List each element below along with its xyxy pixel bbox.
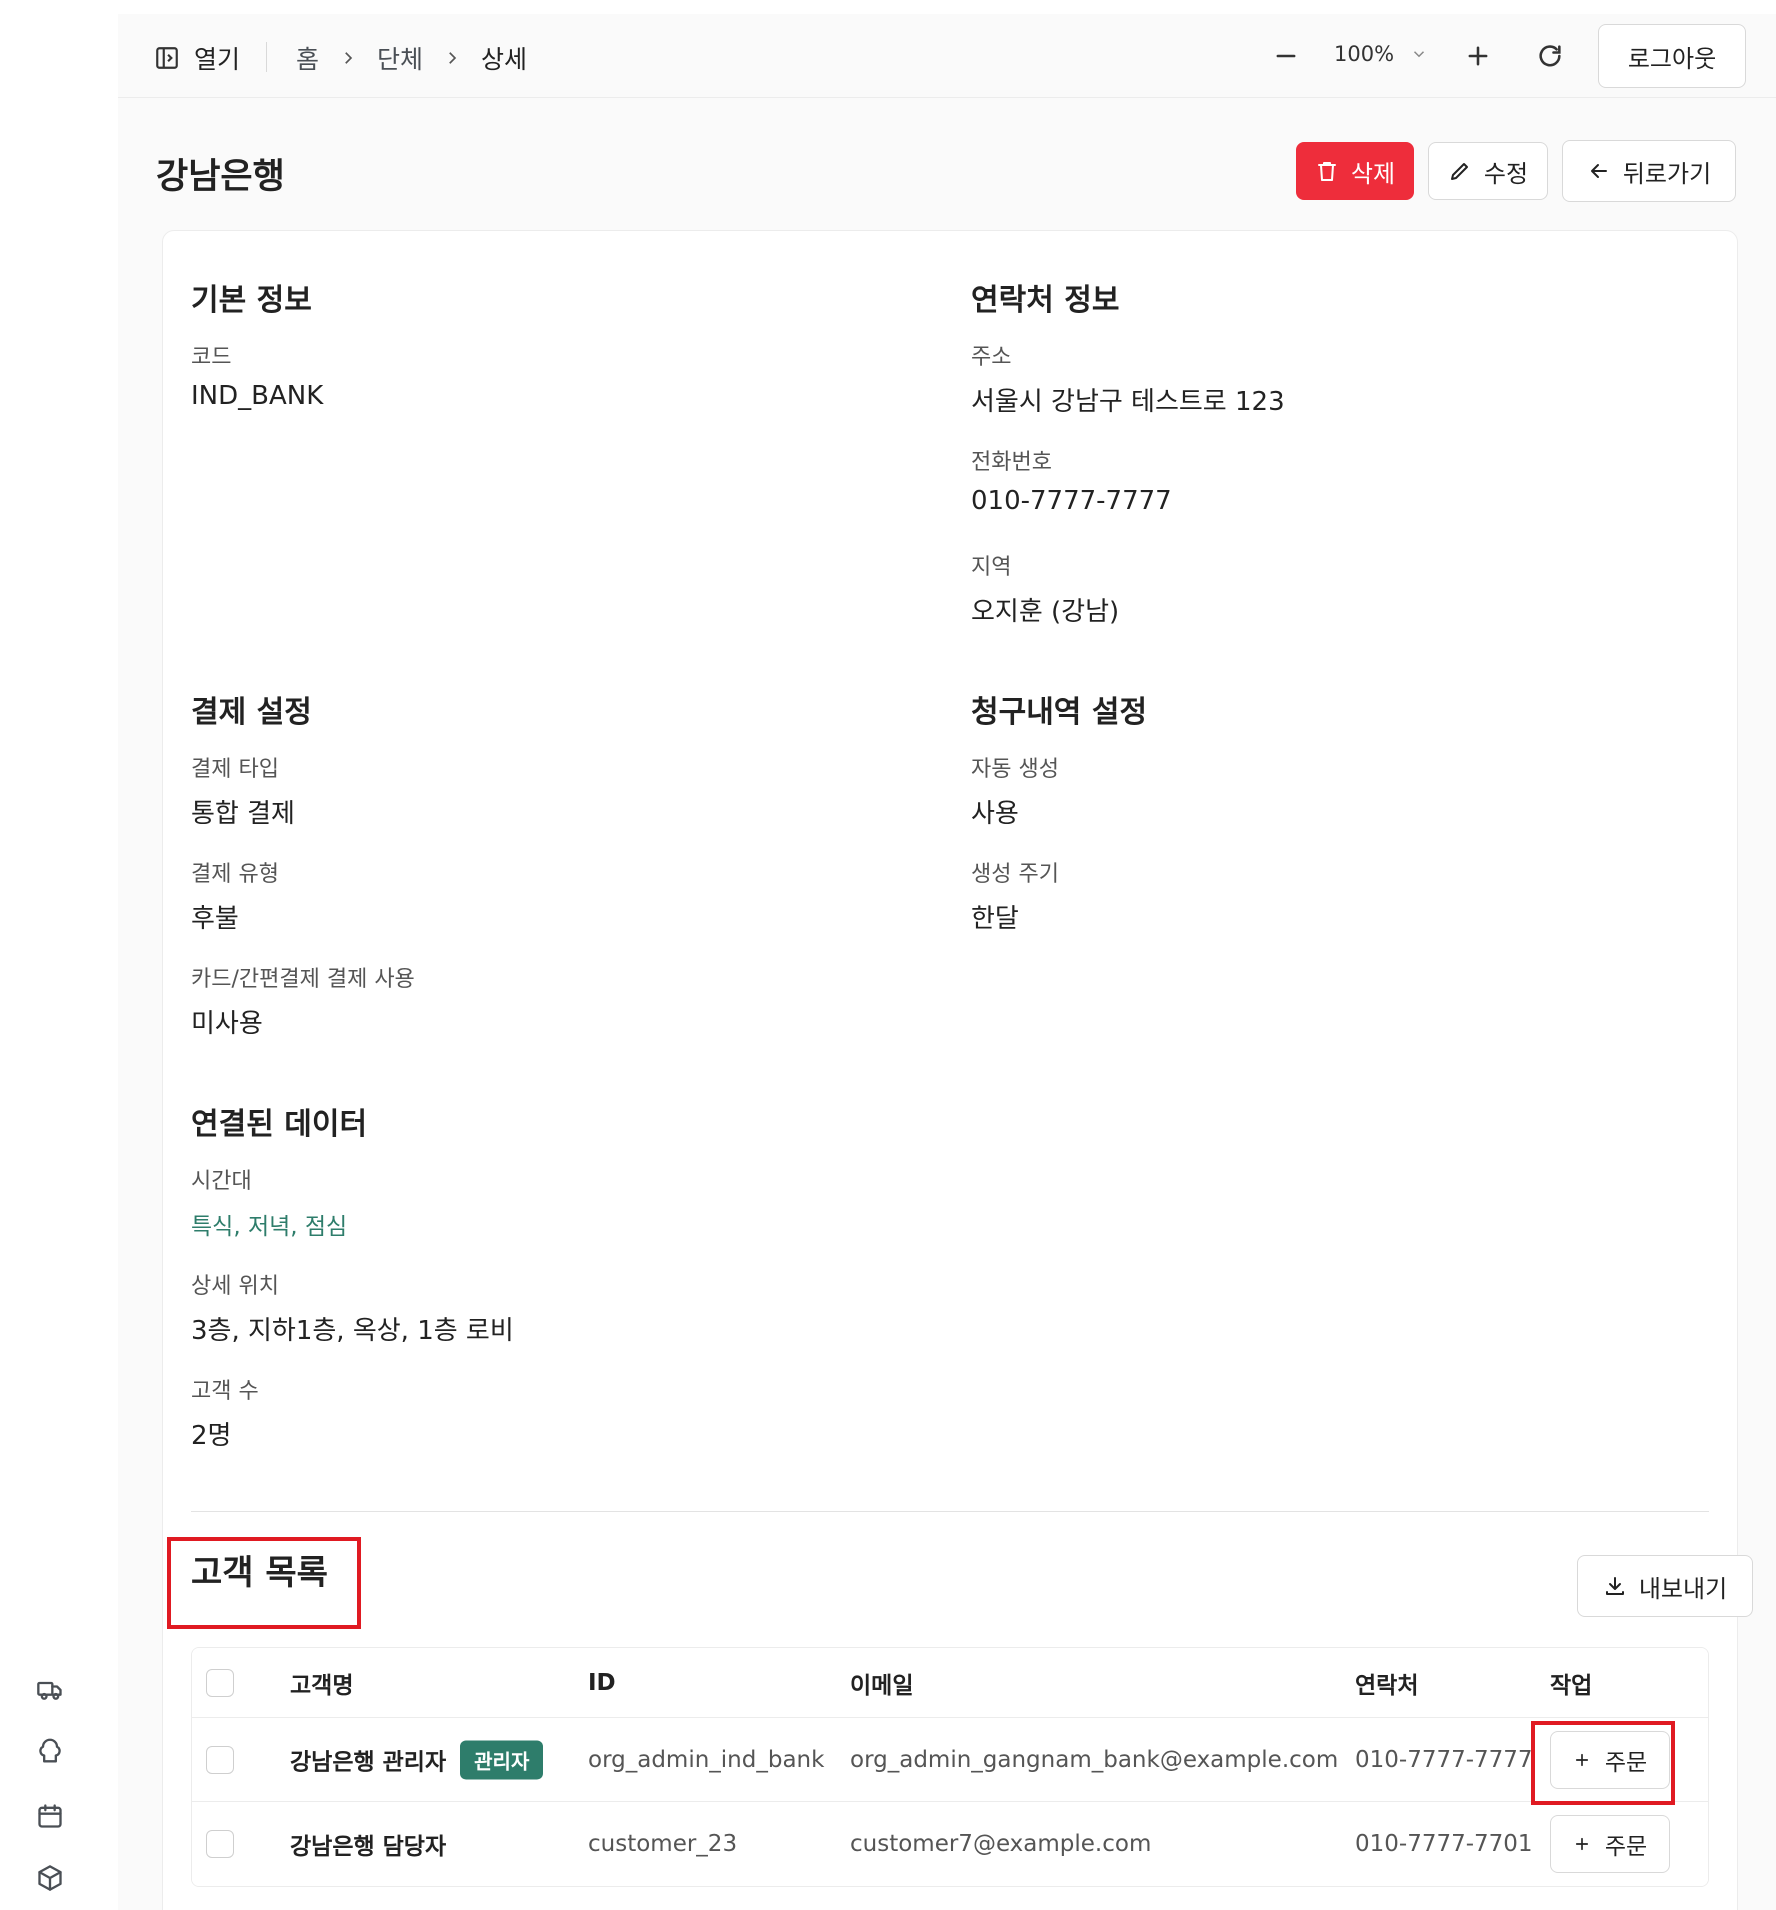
customer-email: customer7@example.com: [850, 1831, 1152, 1857]
section-divider: [191, 1511, 1709, 1512]
zoom-in-button[interactable]: [1464, 42, 1492, 70]
customer-count-value: 2명: [191, 1421, 232, 1451]
location-label: 상세 위치: [191, 1274, 279, 1299]
calendar-icon[interactable]: [36, 1802, 64, 1830]
topbar-divider: [266, 42, 267, 72]
top-bar: 열기 홈 단체 상세 100% 로그아웃: [118, 14, 1776, 98]
customer-email: org_admin_gangnam_bank@example.com: [850, 1746, 1339, 1773]
order-button[interactable]: 주문: [1550, 1815, 1670, 1873]
address-value: 서울시 강남구 테스트로 123: [971, 387, 1285, 417]
chevron-right-icon: [443, 44, 461, 73]
truck-icon[interactable]: [36, 1676, 64, 1704]
time-slot-links[interactable]: 특식, 저녁, 점심: [191, 1207, 347, 1241]
payment-kind-label: 결제 유형: [191, 862, 279, 887]
chevron-down-icon: [1414, 51, 1425, 58]
payment-title: 결제 설정: [191, 695, 312, 730]
table-row: 강남은행 담당자 customer_23 customer7@example.c…: [192, 1802, 1708, 1886]
linked-data-title: 연결된 데이터: [191, 1107, 368, 1142]
row-checkbox[interactable]: [206, 1830, 234, 1858]
admin-badge: 관리자: [460, 1740, 544, 1779]
customer-count-label: 고객 수: [191, 1379, 259, 1404]
order-label: 주문: [1604, 1834, 1648, 1860]
region-value: 오지훈 (강남): [971, 597, 1120, 627]
card-payment-value: 미사용: [191, 1009, 263, 1039]
basic-info-title: 기본 정보: [191, 283, 312, 318]
payment-type-label: 결제 타입: [191, 757, 279, 782]
edit-label: 수정: [1483, 159, 1529, 188]
edit-button[interactable]: 수정: [1428, 142, 1548, 200]
breadcrumb-current: 상세: [481, 45, 528, 74]
trash-icon: [1317, 162, 1336, 181]
package-icon[interactable]: [36, 1864, 64, 1892]
back-button[interactable]: 뒤로가기: [1562, 140, 1736, 202]
col-name: 고객명: [290, 1672, 354, 1699]
side-rail: [0, 0, 118, 1910]
highlight-box-order: [1531, 1721, 1675, 1805]
sidebar-toggle-button[interactable]: 열기: [154, 40, 240, 76]
page-title: 강남은행: [156, 157, 285, 197]
auto-generate-value: 사용: [971, 799, 1019, 829]
code-value: IND_BANK: [191, 381, 324, 411]
zoom-out-button[interactable]: [1272, 42, 1300, 70]
customer-phone: 010-7777-7777: [1355, 1746, 1533, 1773]
download-icon: [1605, 1577, 1624, 1595]
refresh-button[interactable]: [1536, 42, 1564, 70]
col-action: 작업: [1550, 1672, 1593, 1699]
delete-label: 삭제: [1350, 159, 1396, 188]
phone-label: 전화번호: [971, 450, 1052, 475]
location-value: 3층, 지하1층, 옥상, 1층 로비: [191, 1316, 514, 1346]
row-checkbox[interactable]: [206, 1745, 234, 1774]
cycle-label: 생성 주기: [971, 862, 1059, 887]
cycle-value: 한달: [971, 904, 1019, 934]
delete-button[interactable]: 삭제: [1296, 142, 1414, 200]
panel-open-icon: [156, 47, 178, 69]
plus-icon: [1468, 46, 1488, 66]
logout-button[interactable]: 로그아웃: [1598, 24, 1746, 88]
billing-title: 청구내역 설정: [971, 695, 1148, 730]
col-id: ID: [588, 1669, 616, 1696]
auto-generate-label: 자동 생성: [971, 757, 1059, 782]
minus-icon: [1276, 54, 1296, 58]
customer-id: customer_23: [588, 1831, 738, 1857]
region-label: 지역: [971, 555, 1012, 580]
contact-info-title: 연락처 정보: [971, 283, 1120, 318]
export-button[interactable]: 내보내기: [1577, 1555, 1753, 1617]
payment-type-value: 통합 결제: [191, 799, 295, 829]
export-label: 내보내기: [1638, 1574, 1728, 1603]
customer-name-text: 강남은행 관리자: [290, 1749, 447, 1776]
customer-name: 강남은행 담당자: [290, 1827, 446, 1861]
time-slot-label: 시간대: [191, 1169, 252, 1194]
pencil-icon: [1450, 163, 1468, 180]
col-email: 이메일: [850, 1672, 914, 1699]
customer-name: 강남은행 관리자 관리자: [290, 1740, 544, 1779]
select-all-checkbox[interactable]: [206, 1668, 234, 1697]
table-row: 강남은행 관리자 관리자 org_admin_ind_bank org_admi…: [192, 1718, 1708, 1802]
open-label: 열기: [194, 45, 241, 74]
col-phone: 연락처: [1355, 1672, 1419, 1699]
back-label: 뒤로가기: [1622, 159, 1712, 188]
detail-card: 기본 정보 코드 IND_BANK 연락처 정보 주소 서울시 강남구 테스트로…: [162, 230, 1753, 1910]
breadcrumb-org[interactable]: 단체: [377, 40, 423, 76]
arrow-left-icon: [1590, 164, 1607, 178]
breadcrumb-home[interactable]: 홈: [296, 40, 319, 76]
customer-phone: 010-7777-7701: [1355, 1831, 1533, 1857]
chevron-right-icon: [339, 44, 357, 73]
refresh-icon: [1539, 45, 1561, 67]
customer-table: 고객명 ID 이메일 연락처 작업 강남은행 관리자 관리자 org_admin…: [191, 1647, 1709, 1887]
chef-hat-icon[interactable]: [36, 1738, 64, 1766]
plus-icon: [1575, 1837, 1588, 1851]
payment-kind-value: 후불: [191, 904, 239, 934]
customer-id: org_admin_ind_bank: [588, 1746, 825, 1773]
table-header: 고객명 ID 이메일 연락처 작업: [192, 1648, 1708, 1718]
phone-value: 010-7777-7777: [971, 486, 1172, 516]
highlight-box-title: [167, 1537, 361, 1629]
customer-name-text: 강남은행 담당자: [290, 1834, 447, 1860]
zoom-select[interactable]: 100%: [1334, 42, 1428, 66]
main-area: 열기 홈 단체 상세 100% 로그아웃 강남은행 삭제 수정 뒤로가기 기본 …: [118, 14, 1776, 1910]
code-label: 코드: [191, 345, 232, 370]
address-label: 주소: [971, 345, 1012, 370]
zoom-value: 100%: [1334, 42, 1395, 66]
card-payment-label: 카드/간편결제 결제 사용: [191, 967, 415, 992]
breadcrumb: 홈 단체 상세: [296, 40, 527, 76]
